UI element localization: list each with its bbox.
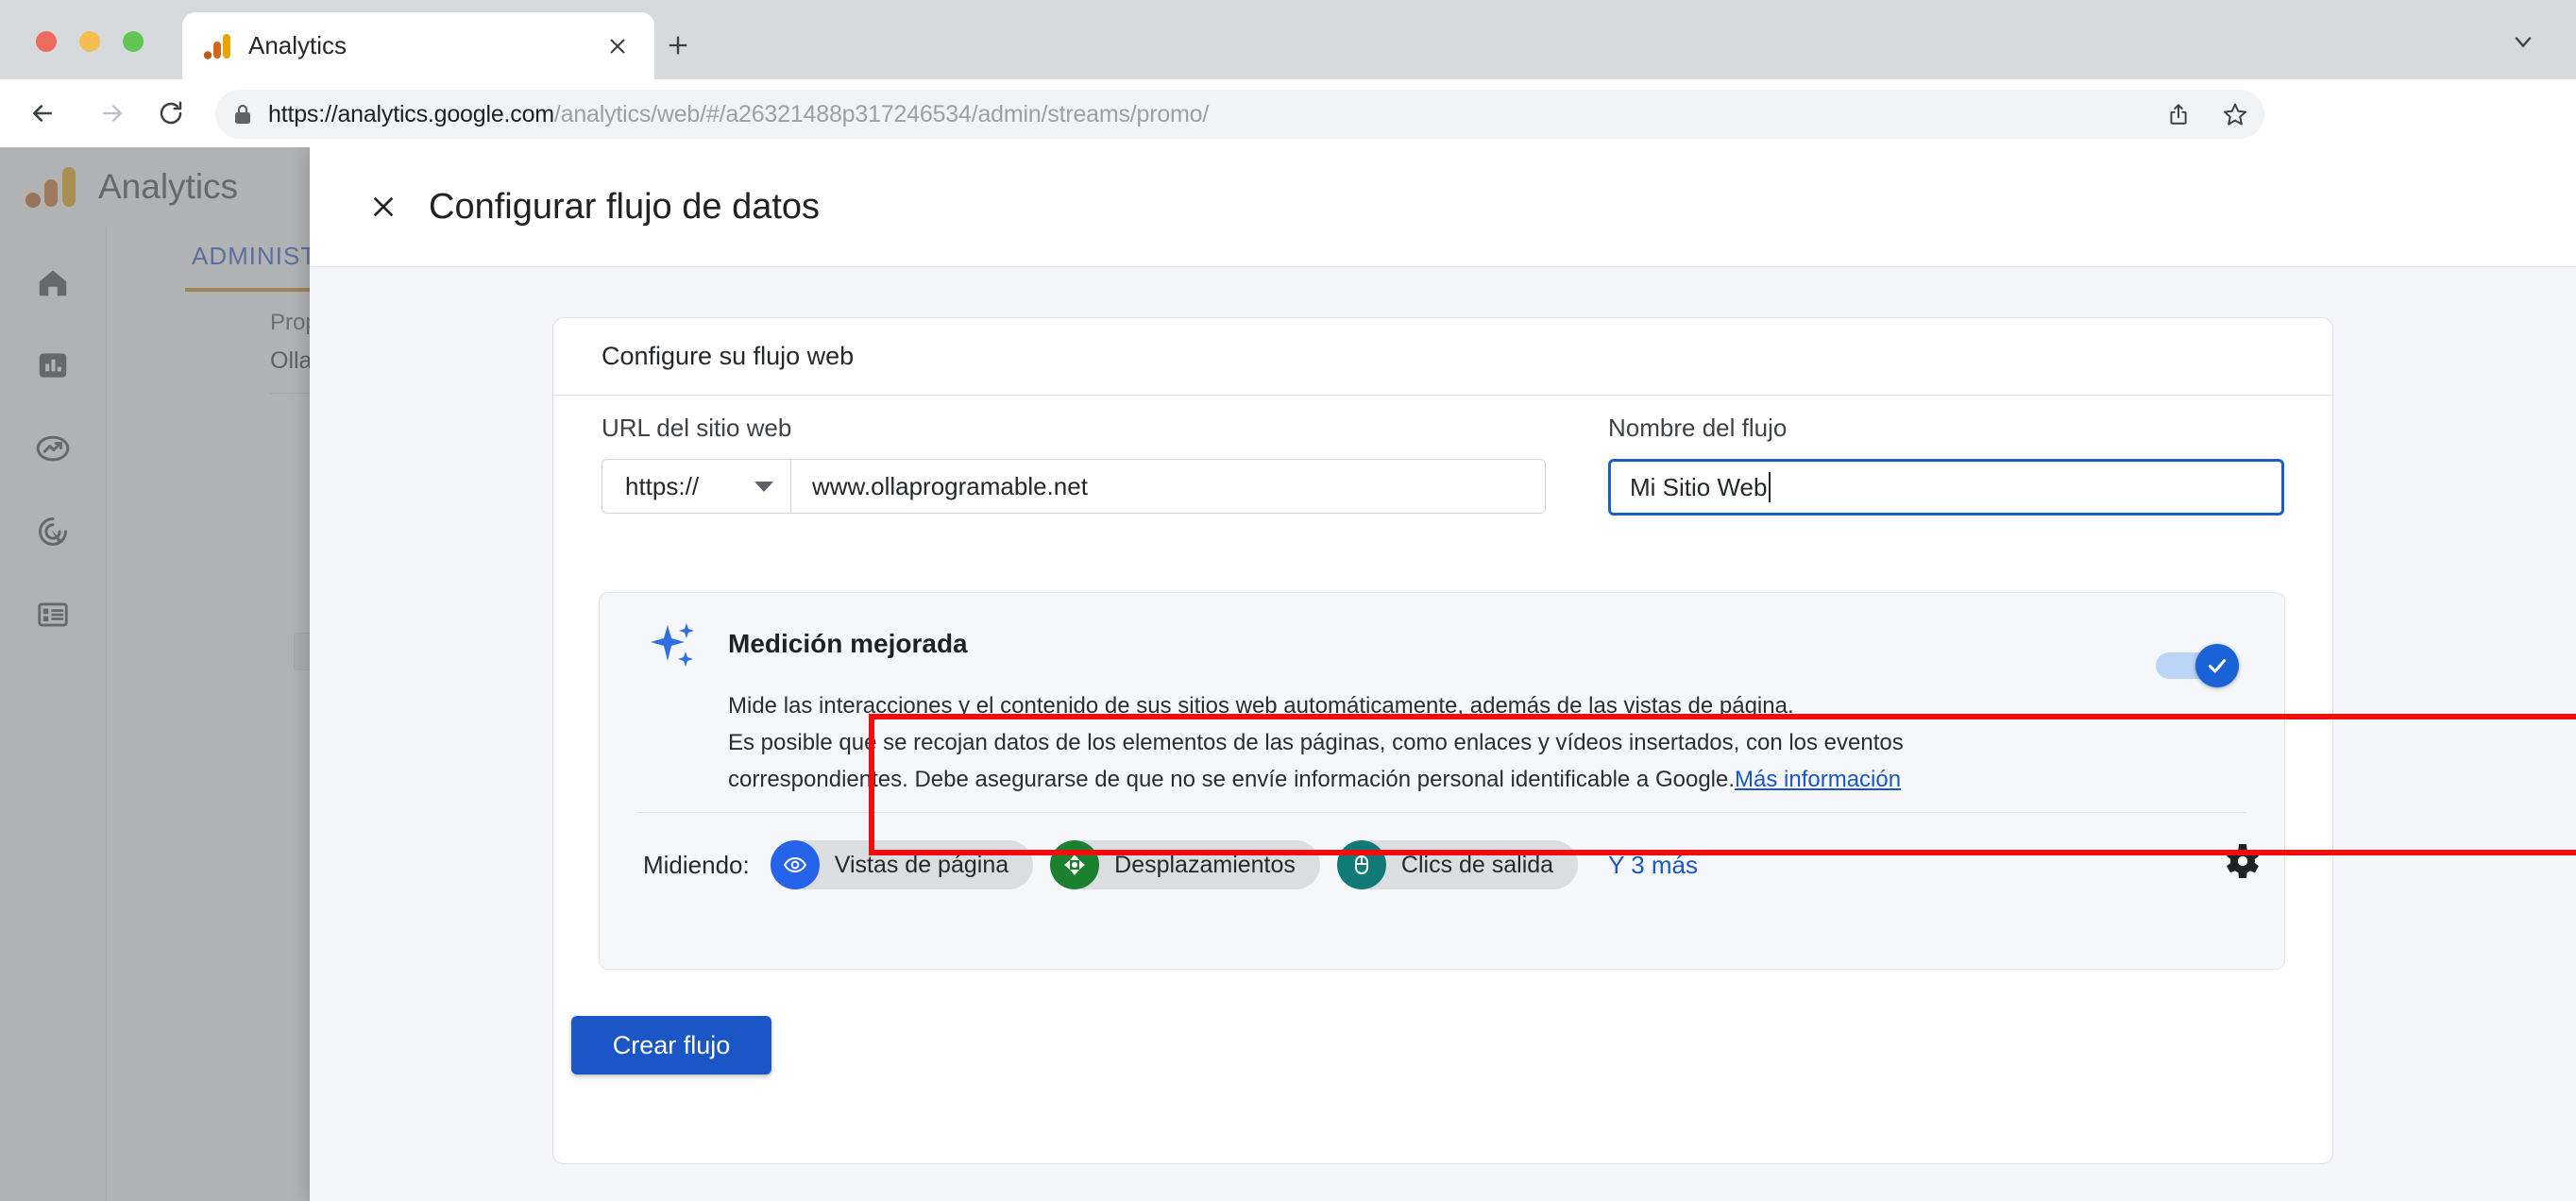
browser-toolbar: https://analytics.google.com/analytics/w…: [0, 79, 2576, 147]
panel-header: Configurar flujo de datos: [310, 147, 2576, 267]
minimize-window-button[interactable]: [79, 31, 100, 52]
close-icon[interactable]: [602, 30, 634, 62]
enhanced-measurement-description: Mide las interacciones y el contenido de…: [728, 687, 2078, 798]
chip-scrolls[interactable]: Desplazamientos: [1050, 840, 1320, 889]
back-button[interactable]: [21, 92, 64, 135]
sparkle-icon: [649, 619, 700, 670]
mouse-icon: [1336, 840, 1386, 889]
text-cursor: [1769, 472, 1771, 502]
enhanced-measurement-header: Medición mejorada: [637, 619, 2246, 670]
analytics-favicon: [203, 32, 231, 60]
chip-label: Vistas de página: [834, 851, 1009, 878]
address-bar-host: analytics.google.com: [337, 100, 554, 127]
web-stream-setup-card: Configure su flujo web URL del sitio web…: [552, 317, 2333, 1164]
close-icon[interactable]: [363, 186, 404, 228]
enhanced-measurement-toggle[interactable]: [2156, 644, 2239, 687]
chip-page-views[interactable]: Vistas de página: [770, 840, 1034, 889]
website-url-label: URL del sitio web: [602, 414, 792, 442]
enhanced-measurement-card: Medición mejorada Mide las interacciones…: [599, 592, 2285, 970]
show-more-link[interactable]: Y 3 más: [1608, 851, 1698, 880]
divider: [637, 812, 2246, 813]
reload-button[interactable]: [149, 92, 193, 135]
page-viewport: Analytics: [0, 147, 2576, 1201]
chip-label: Clics de salida: [1400, 851, 1554, 878]
address-bar[interactable]: https://analytics.google.com/analytics/w…: [215, 90, 2264, 139]
address-bar-url: https://analytics.google.com/analytics/w…: [268, 101, 1209, 128]
close-window-button[interactable]: [36, 31, 57, 52]
address-bar-scheme: https://: [268, 100, 338, 127]
chevron-down-icon[interactable]: [2504, 23, 2542, 60]
stream-name-field-group: Nombre del flujo Mi Sitio Web: [1551, 396, 2284, 536]
url-scheme-value: https://: [625, 471, 700, 500]
stream-name-label: Nombre del flujo: [1608, 414, 1788, 442]
toggle-knob: [2195, 644, 2239, 687]
enhanced-measurement-title: Medición mejorada: [728, 629, 968, 658]
card-header: Configure su flujo web: [553, 318, 2332, 396]
chip-outbound-clicks[interactable]: Clics de salida: [1336, 840, 1579, 889]
create-stream-button-wrapper: Crear flujo: [571, 1016, 771, 1074]
browser-window: Analytics https://analytics.google.com/a…: [0, 0, 2576, 1201]
stream-name-value: Mi Sitio Web: [1630, 472, 1768, 501]
measuring-row: Midiendo: Vistas de página Desplazamient…: [643, 840, 2246, 889]
website-url-input[interactable]: www.ollaprogramable.net: [791, 460, 1545, 513]
forward-button[interactable]: [91, 92, 134, 135]
card-header-text: Configure su flujo web: [602, 342, 855, 370]
configure-data-stream-panel: Configurar flujo de datos Configure su f…: [310, 147, 2576, 1201]
scroll-arrows-icon: [1050, 840, 1100, 889]
share-icon[interactable]: [2162, 98, 2195, 130]
browser-tab-analytics[interactable]: Analytics: [182, 12, 654, 79]
address-bar-path: /analytics/web/#/a26321488p317246534/adm…: [553, 100, 1210, 127]
page-title: Configurar flujo de datos: [429, 186, 821, 227]
browser-tabstrip: Analytics: [0, 0, 2576, 79]
create-stream-button[interactable]: Crear flujo: [571, 1016, 771, 1074]
learn-more-link[interactable]: Más información: [1735, 767, 1901, 792]
chip-label: Desplazamientos: [1114, 851, 1296, 878]
panel-body: Configure su flujo web URL del sitio web…: [310, 267, 2576, 1201]
browser-tab-title: Analytics: [248, 31, 347, 59]
maximize-window-button[interactable]: [123, 31, 144, 52]
new-tab-button[interactable]: [653, 21, 703, 70]
url-scheme-select[interactable]: https://: [602, 460, 791, 513]
website-url-field-group: URL del sitio web https:// www.ollaprogr…: [602, 396, 1551, 536]
description-line-2: Es posible que se recojan datos de los e…: [728, 730, 1904, 755]
measuring-label: Midiendo:: [643, 850, 750, 879]
stream-fields-row: URL del sitio web https:// www.ollaprogr…: [553, 396, 2332, 536]
caret-down-icon: [754, 481, 773, 492]
window-traffic-lights: [36, 31, 144, 52]
stream-name-input[interactable]: Mi Sitio Web: [1608, 459, 2284, 516]
eye-icon: [770, 840, 820, 889]
website-url-input-wrapper[interactable]: https:// www.ollaprogramable.net: [602, 459, 1546, 514]
description-line-3: correspondientes. Debe asegurarse de que…: [728, 767, 1736, 792]
lock-icon: [232, 103, 253, 126]
gear-icon[interactable]: [2218, 838, 2263, 884]
description-line-1: Mide las interacciones y el contenido de…: [728, 693, 1794, 719]
star-icon[interactable]: [2219, 98, 2251, 130]
